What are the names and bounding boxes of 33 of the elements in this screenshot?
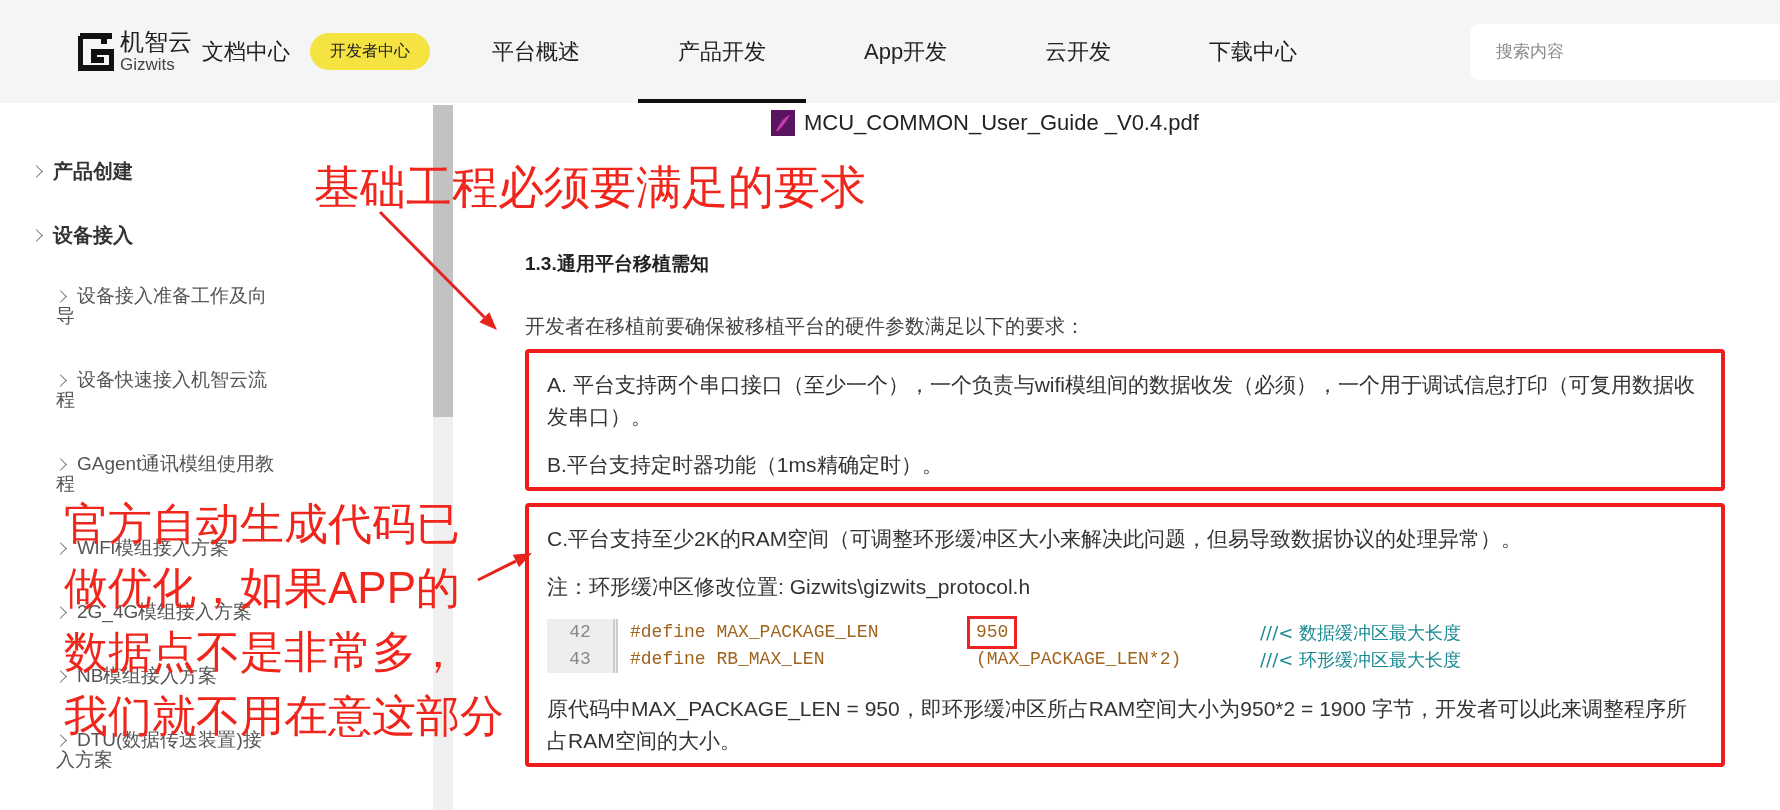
sidebar-subitem[interactable]: 设备快速接入机智云流程 xyxy=(56,370,277,410)
code-comment: ///< 环形缓冲区最大长度 xyxy=(1260,648,1461,672)
paragraph: A. 平台支持两个串口接口（至少一个），一个负责与wifi模组间的数据收发（必须），一个用于调试信息打印（可复用数据收发串口）。 xyxy=(547,372,1696,430)
logo-subtext: Gizwits xyxy=(120,56,176,73)
pdf-file-icon xyxy=(770,109,796,137)
code-text: #define MAX_PACKAGE_LEN xyxy=(630,621,880,644)
sidebar-subitem[interactable]: 设备接入准备工作及向导 xyxy=(56,286,277,326)
paragraph: 注：环形缓冲区修改位置: Gizwits\gizwits_protocol.h xyxy=(547,574,1032,601)
intro-text: 开发者在移植前要确保被移植平台的硬件参数满足以下的要求： xyxy=(525,314,1086,339)
annotation-text: 基础工程必须要满足的要求 xyxy=(314,160,866,215)
code-text: #define RB_MAX_LEN xyxy=(630,648,826,671)
nav-tab[interactable]: 平台概述 xyxy=(452,0,620,103)
paragraph: 原代码中MAX_PACKAGE_LEN = 950，即环形缓冲区所占RAM空间大小为950*2 = 1900 字节，开发者可以此来调整程序所占RAM空间的大小。 xyxy=(547,696,1688,754)
code-text: (MAX_PACKAGE_LEN*2) xyxy=(975,648,1183,671)
sidebar-subitem[interactable]: GAgent通讯模组使用教程 xyxy=(56,454,277,494)
nav-tab[interactable]: 产品开发 xyxy=(638,0,806,103)
code-comment: ///< 数据缓冲区最大长度 xyxy=(1260,621,1461,645)
paragraph: C.平台支持至少2K的RAM空间（可调整环形缓冲区大小来解决此问题，但易导致数据协议的处理异常）。 xyxy=(547,526,1524,552)
developer-center-link[interactable]: 开发者中心 xyxy=(310,33,430,70)
logo-icon xyxy=(78,31,114,72)
nav-tab[interactable]: 下载中心 xyxy=(1169,0,1338,103)
logo-text: 机智云 xyxy=(120,30,192,54)
nav-tab[interactable]: 云开发 xyxy=(1005,0,1152,103)
search-field[interactable]: 搜索内容 xyxy=(1470,23,1780,80)
section-heading: 1.3.通用平台移植需知 xyxy=(525,252,710,276)
line-number: 43 xyxy=(547,646,618,673)
paragraph: B.平台支持定时器功能（1ms精确定时）。 xyxy=(547,452,944,478)
nav-tab[interactable]: App开发 xyxy=(824,0,988,103)
line-number: 42 xyxy=(547,619,618,646)
sidebar-item[interactable]: 设备接入 xyxy=(32,222,433,249)
attachment-link[interactable]: MCU_COMMON_User_Guide _V0.4.pdf xyxy=(804,110,1199,136)
site-title: 文档中心 xyxy=(202,37,290,66)
highlighted-value: 950 xyxy=(970,619,1015,646)
